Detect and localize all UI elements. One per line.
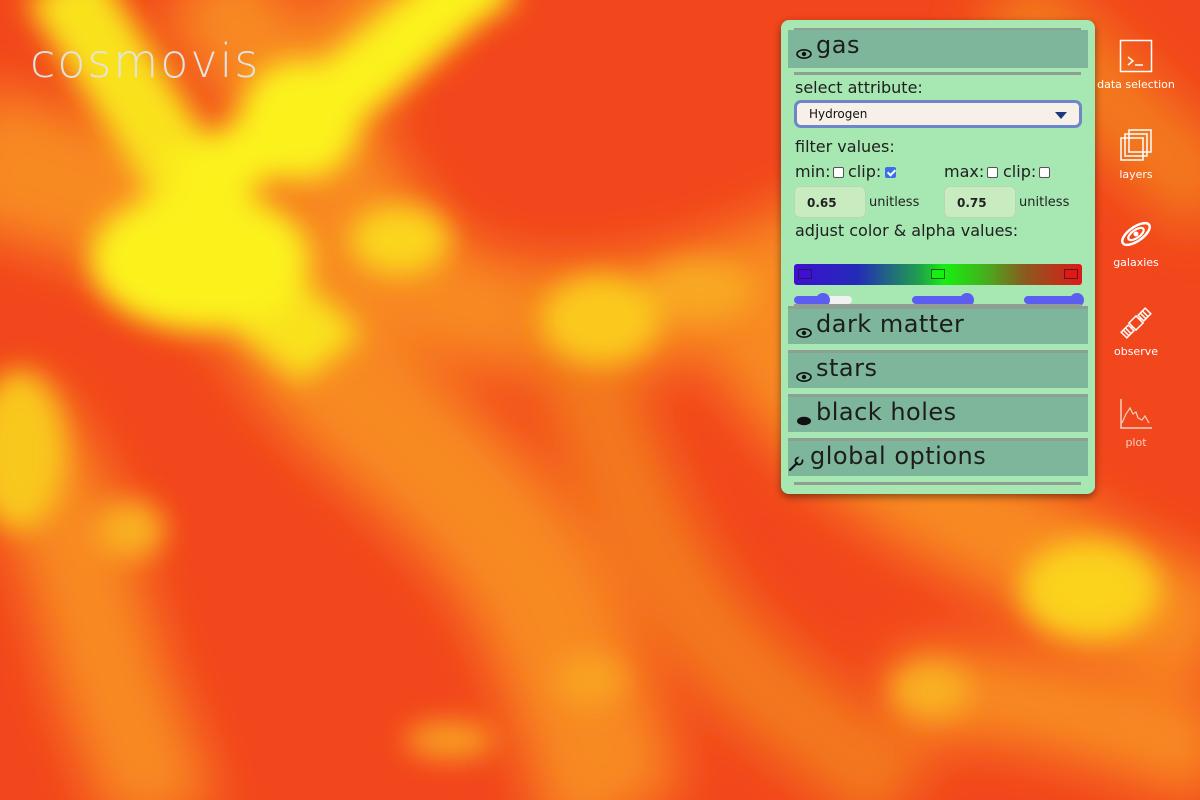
eye-icon[interactable] bbox=[796, 44, 812, 63]
eye-icon[interactable] bbox=[796, 367, 812, 386]
alpha-slider[interactable] bbox=[794, 293, 852, 307]
color-stop-handle[interactable] bbox=[1064, 269, 1078, 279]
min-clip-label: clip: bbox=[848, 162, 882, 181]
filter-values-label: filter values: bbox=[795, 137, 895, 156]
panel-divider bbox=[794, 482, 1081, 485]
color-stop-handle[interactable] bbox=[931, 269, 945, 279]
min-value-input[interactable]: 0.65 bbox=[794, 186, 866, 218]
wrench-icon bbox=[788, 455, 804, 476]
galaxy-icon bbox=[1121, 221, 1151, 247]
sidebar-item-layers[interactable]: layers bbox=[1086, 128, 1186, 181]
section-header-global-options[interactable]: global options bbox=[788, 438, 1088, 476]
min-filter-checkbox[interactable] bbox=[833, 167, 844, 178]
alpha-slider[interactable] bbox=[1024, 293, 1085, 307]
alpha-slider[interactable] bbox=[912, 293, 975, 307]
max-value-input[interactable]: 0.75 bbox=[944, 186, 1016, 218]
attribute-select[interactable]: Hydrogen bbox=[794, 100, 1082, 128]
section-header-stars[interactable]: stars bbox=[788, 350, 1088, 388]
section-title-global-options: global options bbox=[810, 442, 987, 470]
section-title-dark-matter: dark matter bbox=[816, 310, 965, 338]
sidebar-label: data selection bbox=[1097, 78, 1175, 91]
sidebar-label: observe bbox=[1113, 345, 1158, 358]
sidebar-label: galaxies bbox=[1113, 256, 1159, 269]
sidebar-item-data-selection[interactable]: data selection bbox=[1086, 38, 1186, 91]
attribute-select-value: Hydrogen bbox=[809, 107, 868, 121]
color-alpha-label: adjust color & alpha values: bbox=[795, 221, 1019, 240]
app-logo: cosmovis bbox=[30, 34, 261, 88]
max-unit-label: unitless bbox=[1019, 195, 1070, 210]
color-stop-handle[interactable] bbox=[798, 269, 812, 279]
section-header-black-holes[interactable]: black holes bbox=[788, 394, 1088, 432]
control-panel: gas select attribute: Hydrogen filter va… bbox=[781, 20, 1095, 494]
terminal-icon bbox=[1119, 39, 1153, 73]
min-clip-checkbox[interactable] bbox=[885, 167, 896, 178]
plot-icon bbox=[1120, 399, 1152, 429]
eye-icon[interactable] bbox=[796, 323, 812, 342]
alpha-slider-fill bbox=[912, 296, 968, 304]
section-header-gas[interactable]: gas bbox=[788, 30, 1088, 68]
alpha-slider-fill bbox=[1024, 296, 1078, 304]
min-label: min: bbox=[795, 162, 831, 181]
sidebar-label: plot bbox=[1125, 436, 1147, 449]
section-title-black-holes: black holes bbox=[816, 398, 957, 426]
min-unit-label: unitless bbox=[869, 195, 920, 210]
sidebar-item-galaxies[interactable]: galaxies bbox=[1086, 216, 1186, 269]
sidebar-label: layers bbox=[1119, 168, 1153, 181]
select-attribute-label: select attribute: bbox=[795, 78, 923, 97]
section-title-gas: gas bbox=[816, 31, 860, 59]
section-title-stars: stars bbox=[816, 354, 878, 382]
max-clip-checkbox[interactable] bbox=[1039, 167, 1050, 178]
sidebar-item-observe[interactable]: observe bbox=[1086, 305, 1186, 358]
chevron-down-icon bbox=[1055, 112, 1067, 119]
max-label: max: bbox=[944, 162, 985, 181]
sidebar-item-plot[interactable]: plot bbox=[1086, 396, 1186, 449]
section-header-dark-matter[interactable]: dark matter bbox=[788, 306, 1088, 344]
panel-divider bbox=[794, 72, 1081, 75]
eye-closed-icon[interactable] bbox=[796, 411, 812, 430]
layers-icon bbox=[1120, 129, 1152, 161]
max-filter-checkbox[interactable] bbox=[987, 167, 998, 178]
satellite-icon bbox=[1120, 307, 1152, 339]
max-clip-label: clip: bbox=[1003, 162, 1037, 181]
